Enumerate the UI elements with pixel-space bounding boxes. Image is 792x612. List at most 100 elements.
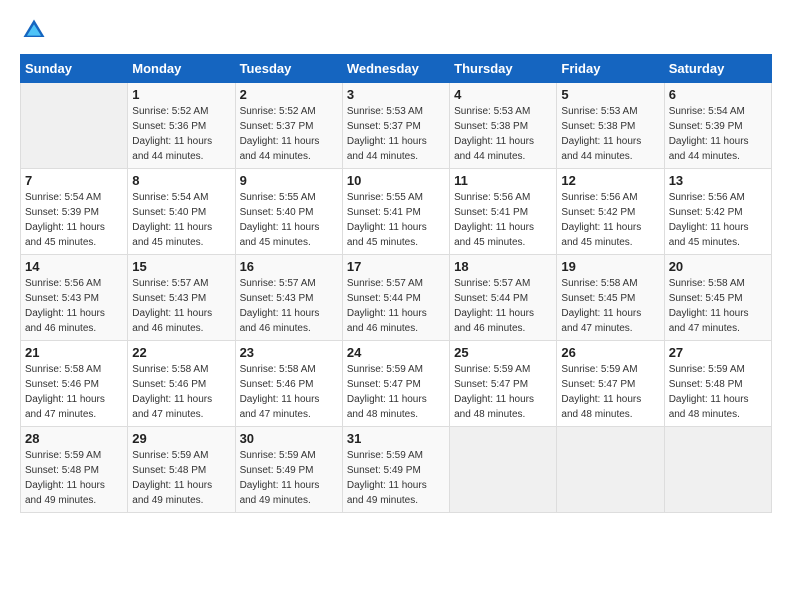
day-number: 18 [454,259,552,274]
day-cell: 17 Sunrise: 5:57 AMSunset: 5:44 PMDayligh… [342,255,449,341]
day-number: 19 [561,259,659,274]
day-cell: 28 Sunrise: 5:59 AMSunset: 5:48 PMDayligh… [21,427,128,513]
day-number: 14 [25,259,123,274]
header-cell-friday: Friday [557,55,664,83]
day-info: Sunrise: 5:53 AMSunset: 5:38 PMDaylight:… [561,104,659,164]
day-cell [664,427,771,513]
calendar-table: SundayMondayTuesdayWednesdayThursdayFrid… [20,54,772,513]
day-cell: 8Sunrise: 5:54 AMSunset: 5:40 PMDaylight… [128,169,235,255]
day-number: 22 [132,345,230,360]
day-cell: 29 Sunrise: 5:59 AMSunset: 5:48 PMDayligh… [128,427,235,513]
day-cell: 20 Sunrise: 5:58 AMSunset: 5:45 PMDayligh… [664,255,771,341]
day-info: Sunrise: 5:58 AMSunset: 5:46 PMDaylight:… [132,362,230,422]
day-info: Sunrise: 5:59 AMSunset: 5:48 PMDaylight:… [132,448,230,508]
day-cell [557,427,664,513]
week-row-0: 1 Sunrise: 5:52 AMSunset: 5:36 PMDaylight… [21,83,772,169]
day-number: 27 [669,345,767,360]
day-cell: 27Sunrise: 5:59 AMSunset: 5:48 PMDayligh… [664,341,771,427]
day-info: Sunrise: 5:53 AMSunset: 5:38 PMDaylight:… [454,104,552,164]
day-cell [450,427,557,513]
day-cell: 6 Sunrise: 5:54 AMSunset: 5:39 PMDaylight… [664,83,771,169]
day-info: Sunrise: 5:57 AMSunset: 5:44 PMDaylight:… [347,276,445,336]
header [20,16,772,44]
day-info: Sunrise: 5:59 AMSunset: 5:47 PMDaylight:… [347,362,445,422]
day-cell: 31 Sunrise: 5:59 AMSunset: 5:49 PMDayligh… [342,427,449,513]
day-number: 30 [240,431,338,446]
day-number: 10 [347,173,445,188]
day-cell: 18 Sunrise: 5:57 AMSunset: 5:44 PMDayligh… [450,255,557,341]
day-cell: 11 Sunrise: 5:56 AMSunset: 5:41 PMDayligh… [450,169,557,255]
day-info: Sunrise: 5:54 AMSunset: 5:39 PMDaylight:… [669,104,767,164]
day-info: Sunrise: 5:57 AMSunset: 5:43 PMDaylight:… [132,276,230,336]
day-info: Sunrise: 5:59 AMSunset: 5:47 PMDaylight:… [561,362,659,422]
day-number: 17 [347,259,445,274]
day-cell: 25 Sunrise: 5:59 AMSunset: 5:47 PMDayligh… [450,341,557,427]
day-info: Sunrise: 5:53 AMSunset: 5:37 PMDaylight:… [347,104,445,164]
day-info: Sunrise: 5:59 AMSunset: 5:48 PMDaylight:… [25,448,123,508]
day-number: 13 [669,173,767,188]
day-info: Sunrise: 5:59 AMSunset: 5:47 PMDaylight:… [454,362,552,422]
day-info: Sunrise: 5:52 AMSunset: 5:36 PMDaylight:… [132,104,230,164]
week-row-3: 21 Sunrise: 5:58 AMSunset: 5:46 PMDayligh… [21,341,772,427]
day-number: 5 [561,87,659,102]
week-row-1: 7 Sunrise: 5:54 AMSunset: 5:39 PMDaylight… [21,169,772,255]
day-cell: 10 Sunrise: 5:55 AMSunset: 5:41 PMDayligh… [342,169,449,255]
day-cell: 16 Sunrise: 5:57 AMSunset: 5:43 PMDayligh… [235,255,342,341]
day-cell: 19 Sunrise: 5:58 AMSunset: 5:45 PMDayligh… [557,255,664,341]
page: SundayMondayTuesdayWednesdayThursdayFrid… [0,0,792,523]
header-cell-sunday: Sunday [21,55,128,83]
day-cell: 14 Sunrise: 5:56 AMSunset: 5:43 PMDayligh… [21,255,128,341]
day-cell: 21 Sunrise: 5:58 AMSunset: 5:46 PMDayligh… [21,341,128,427]
day-number: 21 [25,345,123,360]
day-number: 1 [132,87,230,102]
day-info: Sunrise: 5:54 AMSunset: 5:39 PMDaylight:… [25,190,123,250]
day-info: Sunrise: 5:56 AMSunset: 5:43 PMDaylight:… [25,276,123,336]
day-cell: 5 Sunrise: 5:53 AMSunset: 5:38 PMDaylight… [557,83,664,169]
day-cell: 4 Sunrise: 5:53 AMSunset: 5:38 PMDaylight… [450,83,557,169]
day-cell: 15 Sunrise: 5:57 AMSunset: 5:43 PMDayligh… [128,255,235,341]
day-number: 7 [25,173,123,188]
header-row: SundayMondayTuesdayWednesdayThursdayFrid… [21,55,772,83]
day-info: Sunrise: 5:55 AMSunset: 5:40 PMDaylight:… [240,190,338,250]
day-info: Sunrise: 5:57 AMSunset: 5:44 PMDaylight:… [454,276,552,336]
day-cell: 7 Sunrise: 5:54 AMSunset: 5:39 PMDaylight… [21,169,128,255]
day-cell: 3 Sunrise: 5:53 AMSunset: 5:37 PMDaylight… [342,83,449,169]
day-cell: 12Sunrise: 5:56 AMSunset: 5:42 PMDayligh… [557,169,664,255]
day-info: Sunrise: 5:58 AMSunset: 5:46 PMDaylight:… [240,362,338,422]
day-cell: 24 Sunrise: 5:59 AMSunset: 5:47 PMDayligh… [342,341,449,427]
day-info: Sunrise: 5:59 AMSunset: 5:49 PMDaylight:… [240,448,338,508]
day-info: Sunrise: 5:57 AMSunset: 5:43 PMDaylight:… [240,276,338,336]
day-info: Sunrise: 5:56 AMSunset: 5:42 PMDaylight:… [561,190,659,250]
day-cell: 22 Sunrise: 5:58 AMSunset: 5:46 PMDayligh… [128,341,235,427]
day-cell: 9Sunrise: 5:55 AMSunset: 5:40 PMDaylight… [235,169,342,255]
day-number: 31 [347,431,445,446]
day-info: Sunrise: 5:56 AMSunset: 5:41 PMDaylight:… [454,190,552,250]
day-info: Sunrise: 5:56 AMSunset: 5:42 PMDaylight:… [669,190,767,250]
day-info: Sunrise: 5:58 AMSunset: 5:46 PMDaylight:… [25,362,123,422]
day-number: 15 [132,259,230,274]
day-number: 29 [132,431,230,446]
day-number: 6 [669,87,767,102]
day-number: 4 [454,87,552,102]
day-number: 3 [347,87,445,102]
day-number: 16 [240,259,338,274]
day-number: 24 [347,345,445,360]
header-cell-monday: Monday [128,55,235,83]
logo-icon [20,16,48,44]
day-number: 20 [669,259,767,274]
day-number: 25 [454,345,552,360]
day-info: Sunrise: 5:58 AMSunset: 5:45 PMDaylight:… [669,276,767,336]
day-cell: 2Sunrise: 5:52 AMSunset: 5:37 PMDaylight… [235,83,342,169]
day-number: 28 [25,431,123,446]
week-row-4: 28 Sunrise: 5:59 AMSunset: 5:48 PMDayligh… [21,427,772,513]
logo [20,16,52,44]
day-info: Sunrise: 5:59 AMSunset: 5:49 PMDaylight:… [347,448,445,508]
day-number: 23 [240,345,338,360]
header-cell-tuesday: Tuesday [235,55,342,83]
day-info: Sunrise: 5:55 AMSunset: 5:41 PMDaylight:… [347,190,445,250]
day-cell: 23 Sunrise: 5:58 AMSunset: 5:46 PMDayligh… [235,341,342,427]
day-info: Sunrise: 5:58 AMSunset: 5:45 PMDaylight:… [561,276,659,336]
day-number: 26 [561,345,659,360]
day-number: 11 [454,173,552,188]
day-info: Sunrise: 5:54 AMSunset: 5:40 PMDaylight:… [132,190,230,250]
